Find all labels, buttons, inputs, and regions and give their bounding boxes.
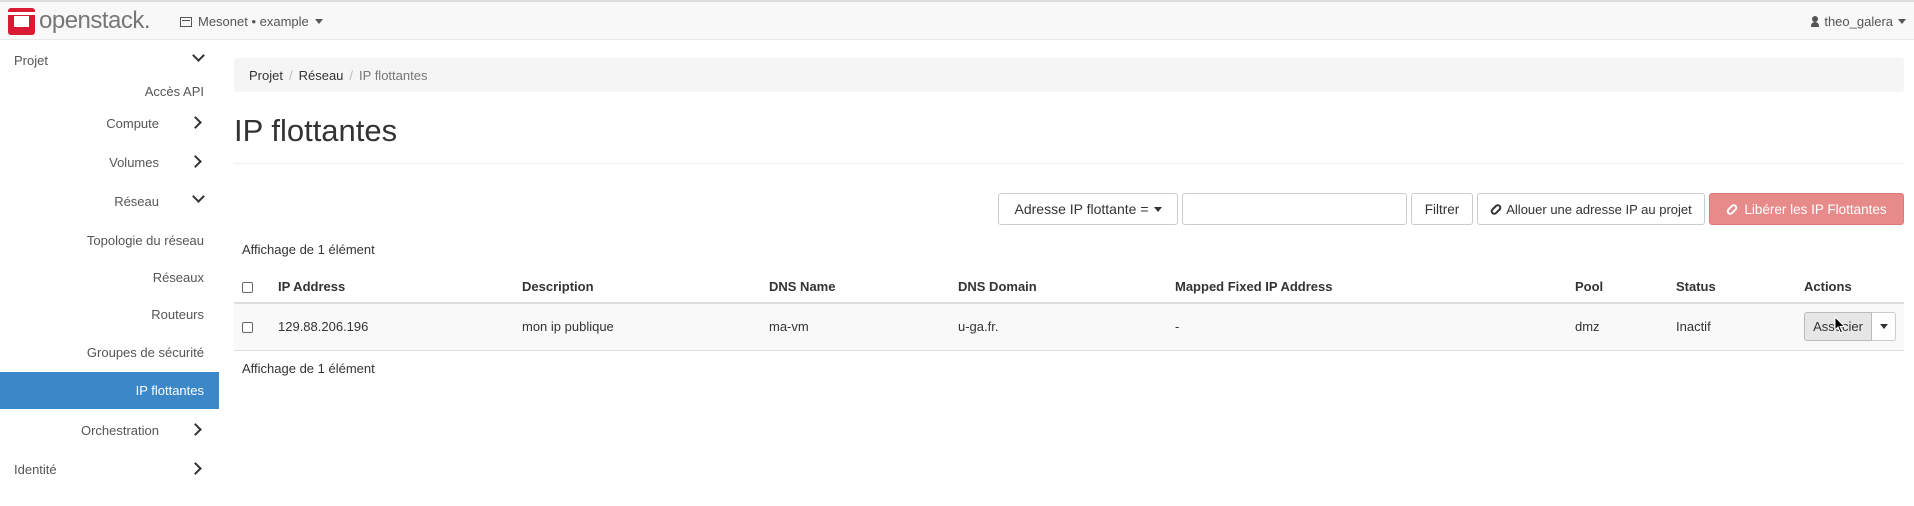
chevron-right-icon [189,462,202,475]
openstack-logo[interactable]: openstack. [8,7,151,35]
table-header-row: IP Address Description DNS Name DNS Doma… [234,271,1904,304]
user-icon [1811,16,1820,27]
item-count-top: Affichage de 1 élément [242,242,375,257]
sidebar-item-reseau[interactable]: Réseau [0,183,219,219]
chevron-down-icon [1153,206,1162,212]
chevron-right-icon [189,155,202,168]
filter-field-select[interactable]: Adresse IP flottante = [998,193,1178,225]
cell-pool: dmz [1567,303,1668,351]
sidebar-item-routeurs[interactable]: Routeurs [0,296,219,332]
cell-status: Inactif [1668,303,1796,351]
row-checkbox[interactable] [242,322,253,334]
breadcrumb-projet[interactable]: Projet [249,68,283,83]
chevron-down-icon [192,190,205,203]
select-all-checkbox[interactable] [242,282,253,294]
breadcrumb-reseau[interactable]: Réseau [299,68,344,83]
chevron-right-icon [189,116,202,129]
page-title: IP flottantes [234,113,398,148]
breadcrumb-current: IP flottantes [359,67,428,83]
cell-description: mon ip publique [514,303,761,351]
sidebar-item-acces-api[interactable]: Accès API [0,73,219,109]
release-ips-button[interactable]: Libérer les IP Flottantes [1709,193,1904,225]
allocate-ip-label: Allouer une adresse IP au projet [1506,201,1692,217]
cell-actions: Associer [1796,303,1904,351]
breadcrumb-separator: / [349,67,354,83]
column-header[interactable]: Status [1668,271,1796,304]
project-selector[interactable]: Mesonet • example [180,14,323,29]
item-count-bottom: Affichage de 1 élément [242,361,375,376]
column-header[interactable]: DNS Domain [950,271,1167,304]
sidebar-item-label: Réseau [114,193,159,209]
chevron-down-icon [1879,324,1888,330]
breadcrumb: Projet / Réseau / IP flottantes [234,58,1904,92]
sidebar-item-topologie[interactable]: Topologie du réseau [0,222,219,258]
column-header: Actions [1796,271,1904,304]
select-all-header [234,271,270,304]
divider [234,163,1904,164]
sidebar-item-orchestration[interactable]: Orchestration [0,412,219,448]
sidebar-item-volumes[interactable]: Volumes [0,144,219,180]
column-header[interactable]: IP Address [270,271,514,304]
cell-dns-name: ma-vm [761,303,950,351]
table-row: 129.88.206.196 mon ip publique ma-vm u-g… [234,303,1904,351]
cell-ip-address: 129.88.206.196 [270,303,514,351]
project-icon [180,16,192,27]
sidebar-item-label: Routeurs [151,306,204,322]
floating-ip-table: IP Address Description DNS Name DNS Doma… [234,271,1904,351]
row-action-group: Associer [1804,312,1896,342]
sidebar-item-label: Identité [14,461,57,477]
openstack-logo-icon [8,7,35,35]
sidebar-item-label: Réseaux [152,269,204,285]
breadcrumb-separator: / [288,67,293,83]
sidebar-item-groupes-securite[interactable]: Groupes de sécurité [0,334,219,370]
sidebar-item-label: Groupes de sécurité [86,344,204,360]
sidebar-item-label: Topologie du réseau [86,232,204,248]
link-icon [1489,202,1503,216]
release-ips-label: Libérer les IP Flottantes [1744,201,1887,217]
filter-input[interactable] [1182,193,1407,225]
allocate-ip-button[interactable]: Allouer une adresse IP au projet [1477,193,1705,225]
sidebar-item-label: IP flottantes [135,383,204,398]
filter-button[interactable]: Filtrer [1411,193,1473,225]
sidebar-item-label: Compute [106,115,159,131]
sidebar-item-label: Projet [14,52,48,68]
mouse-cursor-icon [1834,316,1846,334]
top-navbar: openstack. Mesonet • example theo_galera [0,0,1914,40]
unlink-icon [1725,202,1740,216]
cell-mapped-ip: - [1167,303,1567,351]
sidebar-item-identite[interactable]: Identité [0,451,219,487]
sidebar-item-label: Accès API [144,83,204,99]
sidebar-item-ip-flottantes[interactable]: IP flottantes [0,372,219,409]
sidebar: Projet Accès API Compute Volumes Réseau … [0,42,219,506]
column-header[interactable]: Mapped Fixed IP Address [1167,271,1567,304]
sidebar-item-label: Orchestration [80,422,159,438]
chevron-down-icon [314,19,323,24]
project-selector-label: Mesonet • example [198,14,309,29]
filter-field-label: Adresse IP flottante = [1014,201,1149,217]
user-menu[interactable]: theo_galera [1811,14,1906,29]
chevron-right-icon [189,423,202,436]
sidebar-item-reseaux[interactable]: Réseaux [0,259,219,295]
sidebar-item-compute[interactable]: Compute [0,105,219,141]
sidebar-item-label: Volumes [109,154,159,170]
more-actions-toggle[interactable] [1872,312,1896,342]
row-select-cell [234,303,270,351]
column-header[interactable]: Pool [1567,271,1668,304]
chevron-down-icon [192,49,205,62]
column-header[interactable]: DNS Name [761,271,950,304]
user-name: theo_galera [1824,14,1893,29]
column-header[interactable]: Description [514,271,761,304]
brand-dot: . [143,7,151,34]
brand-text: openstack [39,7,144,34]
cell-dns-domain: u-ga.fr. [950,303,1167,351]
chevron-down-icon [1898,19,1906,24]
